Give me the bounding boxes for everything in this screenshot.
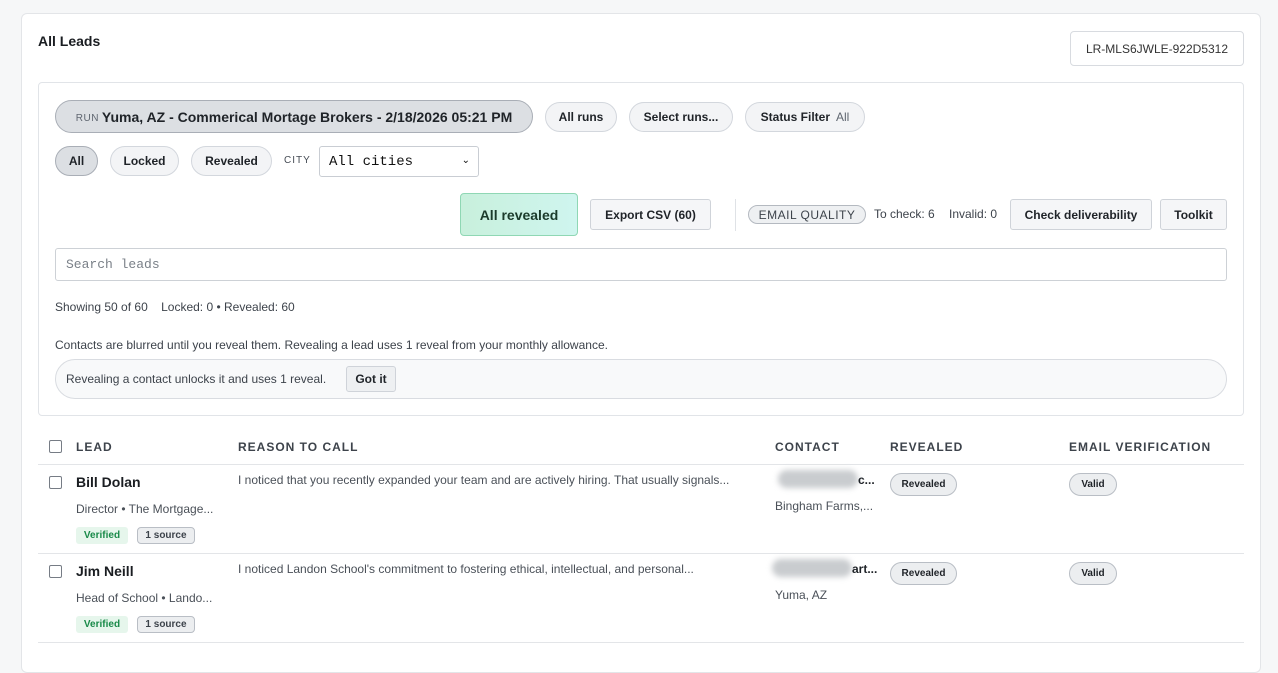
invalid-count: Invalid: 0 <box>949 207 998 221</box>
divider <box>735 199 736 231</box>
export-csv-button[interactable]: Export CSV (60) <box>590 199 711 230</box>
email-valid-badge: Valid <box>1069 562 1117 585</box>
column-lead: LEAD <box>76 440 113 454</box>
reason-to-call: I noticed Landon School's commitment to … <box>238 562 694 576</box>
toolkit-button[interactable]: Toolkit <box>1160 199 1227 230</box>
segment-revealed[interactable]: Revealed <box>191 146 272 176</box>
email-valid-badge: Valid <box>1069 473 1117 496</box>
run-tag: RUN <box>75 112 99 124</box>
segment-locked[interactable]: Locked <box>110 146 179 176</box>
contact-tail: art... <box>852 562 878 576</box>
lead-name[interactable]: Bill Dolan <box>76 474 141 490</box>
chevron-down-icon: ⌄ <box>461 155 470 166</box>
status-filter-value: All <box>836 110 850 124</box>
status-filter-label: Status Filter <box>760 110 830 124</box>
row-checkbox[interactable] <box>49 565 62 578</box>
row-checkbox[interactable] <box>49 476 62 489</box>
status-filter-button[interactable]: Status Filter All <box>745 102 865 132</box>
run-selector-pill[interactable]: RUN Yuma, AZ - Commerical Mortage Broker… <box>55 100 533 133</box>
all-runs-button[interactable]: All runs <box>545 102 617 132</box>
to-check-count: To check: 6 <box>874 207 935 221</box>
run-label: Yuma, AZ - Commerical Mortage Brokers - … <box>101 108 513 125</box>
contact-tail: c... <box>858 473 875 487</box>
row-divider <box>38 642 1244 643</box>
email-quality-badge: EMAIL QUALITY <box>748 205 866 224</box>
city-select[interactable]: All cities ⌄ <box>319 146 479 177</box>
lock-reveal-counts: Locked: 0 • Revealed: 60 <box>161 300 295 314</box>
verified-tag: Verified <box>76 616 128 633</box>
revealed-badge: Revealed <box>890 473 957 496</box>
city-select-value: All cities <box>329 153 414 170</box>
select-all-checkbox[interactable] <box>49 440 62 453</box>
lead-title: Director • The Mortgage... <box>76 502 214 516</box>
contact-location: Yuma, AZ <box>775 588 828 602</box>
all-revealed-button[interactable]: All revealed <box>460 193 578 236</box>
got-it-button[interactable]: Got it <box>346 366 396 392</box>
blurred-contact <box>772 559 852 577</box>
page-title: All Leads <box>38 33 101 49</box>
lead-title: Head of School • Lando... <box>76 591 213 605</box>
notice-text: Revealing a contact unlocks it and uses … <box>66 372 327 386</box>
check-deliverability-button[interactable]: Check deliverability <box>1010 199 1152 230</box>
column-email-verification: EMAIL VERIFICATION <box>1069 440 1212 454</box>
search-input[interactable]: Search leads <box>55 248 1227 281</box>
list-code-field[interactable]: LR-MLS6JWLE-922D5312 <box>1070 31 1244 66</box>
column-revealed: REVEALED <box>890 440 964 454</box>
row-divider <box>38 553 1244 554</box>
city-label: CITY <box>284 155 311 166</box>
source-count-tag: 1 source <box>137 527 195 544</box>
source-count-tag: 1 source <box>137 616 195 633</box>
showing-count: Showing 50 of 60 <box>55 300 148 314</box>
column-contact: CONTACT <box>775 440 840 454</box>
column-reason: REASON TO CALL <box>238 440 359 454</box>
blurred-contact <box>778 470 858 488</box>
header-divider <box>38 464 1244 465</box>
select-runs-button[interactable]: Select runs... <box>629 102 733 132</box>
verified-tag: Verified <box>76 527 128 544</box>
results-summary: Showing 50 of 60 Locked: 0 • Revealed: 6… <box>55 300 295 314</box>
revealed-badge: Revealed <box>890 562 957 585</box>
reason-to-call: I noticed that you recently expanded you… <box>238 473 730 487</box>
segment-all[interactable]: All <box>55 146 98 176</box>
reveal-info-text: Contacts are blurred until you reveal th… <box>55 338 608 352</box>
lead-name[interactable]: Jim Neill <box>76 563 134 579</box>
reveal-notice-banner: Revealing a contact unlocks it and uses … <box>55 359 1227 399</box>
contact-location: Bingham Farms,... <box>775 499 874 513</box>
